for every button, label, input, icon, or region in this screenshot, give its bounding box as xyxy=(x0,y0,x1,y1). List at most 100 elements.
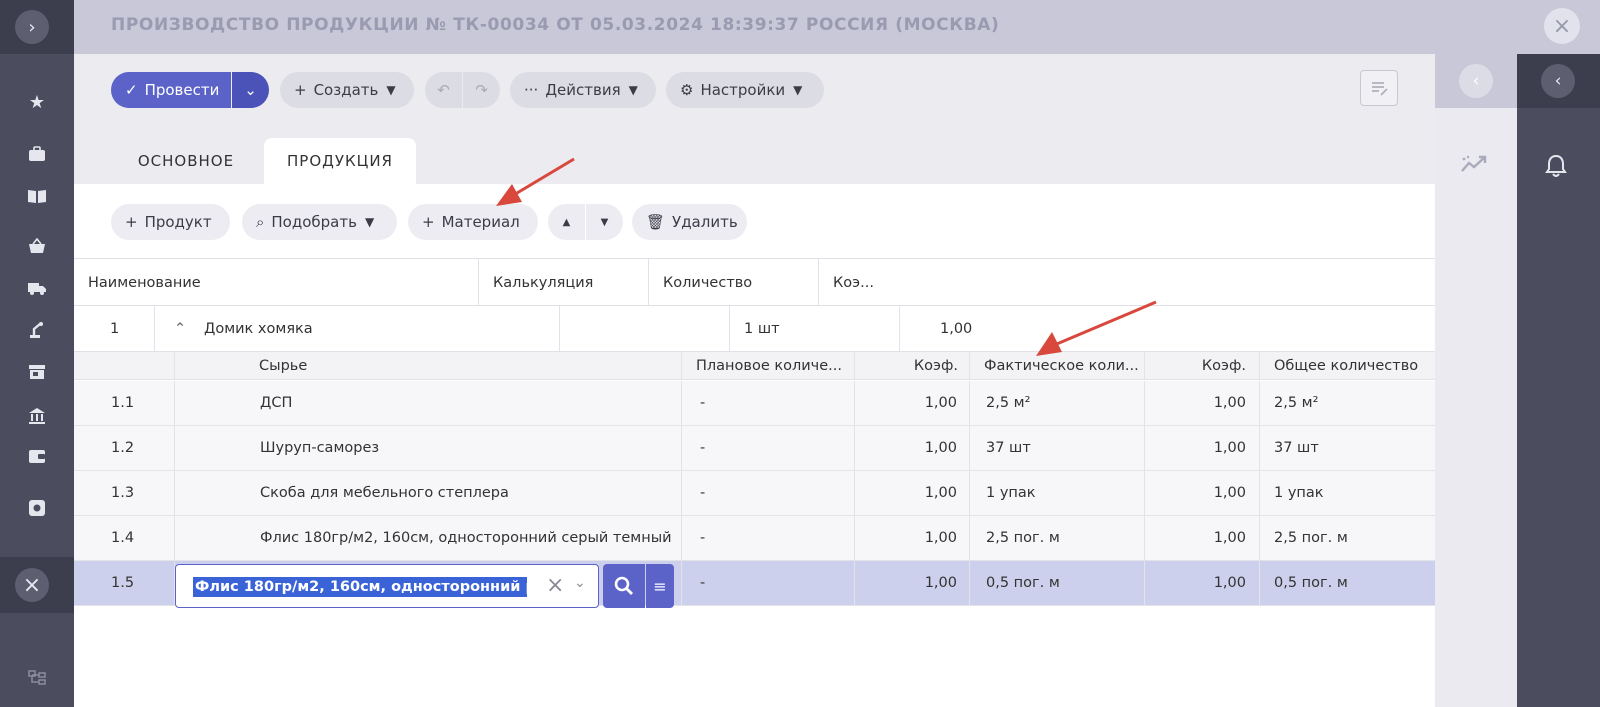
book-icon[interactable] xyxy=(22,182,52,210)
row-number: 1.4 xyxy=(111,530,135,546)
collapse-left-icon[interactable]: ‹ xyxy=(1459,64,1493,98)
search-icon xyxy=(614,576,633,595)
notifications-panel: ‹ xyxy=(1517,54,1600,707)
delete-button[interactable]: 🗑 Удалить xyxy=(632,204,747,240)
post-button[interactable]: ✓ Провести xyxy=(111,72,231,108)
clear-icon[interactable]: × xyxy=(546,573,564,598)
main-toolbar: ✓ Провести ⌄ + Создать ▼ ↶ ↷ ··· Действи… xyxy=(74,54,1435,128)
column-header-coef1[interactable]: Коэф. xyxy=(854,352,958,379)
star-icon[interactable]: ★ xyxy=(22,88,52,116)
tab-products-label: ПРОДУКЦИЯ xyxy=(287,152,393,170)
actions-button-label: Действия xyxy=(545,81,621,99)
robot-arm-icon[interactable] xyxy=(22,316,52,344)
actual-qty: 1 упак xyxy=(986,485,1036,501)
tab-bar: ОСНОВНОЕ ПРОДУКЦИЯ xyxy=(74,128,1435,184)
briefcase-icon[interactable] xyxy=(22,140,52,168)
close-window-icon[interactable]: × xyxy=(1544,8,1580,44)
chevron-down-icon[interactable]: ⌄ xyxy=(574,575,586,591)
table-row[interactable]: 1.1 ДСП - 1,00 2,5 м² 1,00 2,5 м² xyxy=(74,381,1435,426)
bank-icon[interactable] xyxy=(22,402,52,430)
notes-icon[interactable] xyxy=(1360,70,1398,106)
post-dropdown-button[interactable]: ⌄ xyxy=(232,72,269,108)
tab-main-label: ОСНОВНОЕ xyxy=(137,152,235,170)
material-name-input[interactable]: Флис 180гр/м2, 160см, односторонний розо… xyxy=(175,564,599,608)
chevron-down-icon: ▼ xyxy=(628,83,638,97)
undo-button[interactable]: ↶ xyxy=(425,72,462,108)
chevron-up-icon[interactable]: ⌃ xyxy=(174,306,186,351)
planned-qty: - xyxy=(700,530,706,546)
store-icon[interactable] xyxy=(22,358,52,386)
structure-icon[interactable] xyxy=(22,664,52,692)
close-icon[interactable]: × xyxy=(15,568,49,602)
settings-cog-icon[interactable] xyxy=(22,494,52,522)
trash-icon: 🗑 xyxy=(646,213,666,231)
chevron-down-icon: ▼ xyxy=(364,215,375,229)
total-qty: 2,5 м² xyxy=(1274,395,1319,411)
delete-button-label: Удалить xyxy=(672,213,738,231)
column-header-quantity[interactable]: Количество xyxy=(649,259,819,306)
undo-icon: ↶ xyxy=(437,81,450,99)
planned-qty: - xyxy=(700,485,706,501)
coef1: 1,00 xyxy=(924,575,957,591)
material-name: Шуруп-саморез xyxy=(260,440,380,456)
table-row[interactable]: 1.4 Флис 180гр/м2, 160см, односторонний … xyxy=(74,516,1435,561)
actual-qty: 2,5 пог. м xyxy=(986,530,1060,546)
row-number: 1.1 xyxy=(111,395,135,411)
grid-header: Наименование Калькуляция Количество Коэ.… xyxy=(74,258,1435,306)
basket-icon[interactable] xyxy=(22,232,52,260)
move-up-button[interactable]: ▲ xyxy=(548,204,585,240)
trend-icon[interactable] xyxy=(1461,154,1487,178)
column-header-coef[interactable]: Коэ... xyxy=(819,259,939,306)
column-header-name[interactable]: Наименование xyxy=(74,259,479,306)
select-items-label: Подобрать xyxy=(271,213,357,231)
tab-products[interactable]: ПРОДУКЦИЯ xyxy=(264,138,416,184)
notifications-panel-header: ‹ xyxy=(1517,54,1600,108)
total-qty: 0,5 пог. м xyxy=(1274,575,1348,591)
add-material-button[interactable]: + Материал xyxy=(408,204,538,240)
add-product-button[interactable]: + Продукт xyxy=(111,204,230,240)
list-select-button[interactable]: ≡ xyxy=(646,564,674,608)
tab-main[interactable]: ОСНОВНОЕ xyxy=(111,138,261,184)
plus-icon: + xyxy=(125,213,138,231)
actual-qty: 2,5 м² xyxy=(986,395,1031,411)
left-nav: › ★ × xyxy=(0,0,74,707)
material-name: Скоба для мебельного степлера xyxy=(260,485,509,501)
column-header-raw[interactable]: Сырье xyxy=(259,352,307,379)
create-button-label: Создать xyxy=(313,81,379,99)
search-button[interactable] xyxy=(603,564,645,608)
settings-button[interactable]: ⚙ Настройки ▼ xyxy=(666,72,824,108)
materials-header: Сырье Плановое количе... Коэф. Фактическ… xyxy=(74,352,1435,380)
product-coef: 1,00 xyxy=(940,320,973,337)
table-row-product[interactable]: 1 ⌃ Домик хомяка 1 шт 1,00 xyxy=(74,306,1435,352)
column-header-actual[interactable]: Фактическое коли... xyxy=(984,352,1139,379)
products-panel: + Продукт ⌕ Подобрать ▼ + Материал ▲ ▼ 🗑… xyxy=(74,184,1435,707)
column-header-planned[interactable]: Плановое количе... xyxy=(696,352,842,379)
redo-button[interactable]: ↷ xyxy=(463,72,500,108)
column-header-coef2[interactable]: Коэф. xyxy=(1144,352,1246,379)
coef1: 1,00 xyxy=(924,530,957,546)
row-number: 1.5 xyxy=(111,575,135,591)
bell-icon[interactable] xyxy=(1545,154,1567,184)
column-header-calculation[interactable]: Калькуляция xyxy=(479,259,649,306)
expand-nav-icon[interactable]: › xyxy=(15,10,49,44)
select-items-button[interactable]: ⌕ Подобрать ▼ xyxy=(242,204,397,240)
document-title: ПРОИЗВОДСТВО ПРОДУКЦИИ № ТК-00034 ОТ 05.… xyxy=(111,15,1000,35)
add-product-label: Продукт xyxy=(144,213,212,231)
actions-button[interactable]: ··· Действия ▼ xyxy=(510,72,656,108)
side-panel: ‹ xyxy=(1435,54,1517,707)
search-icon: ⌕ xyxy=(256,213,265,231)
double-check-icon: ✓ xyxy=(125,81,138,99)
caret-down-icon: ▼ xyxy=(600,216,609,228)
create-button[interactable]: + Создать ▼ xyxy=(280,72,414,108)
coef2: 1,00 xyxy=(1213,575,1246,591)
row-number: 1 xyxy=(110,320,120,337)
wallet-icon[interactable] xyxy=(22,442,52,470)
coef2: 1,00 xyxy=(1213,440,1246,456)
material-name-selected-text[interactable]: Флис 180гр/м2, 160см, односторонний розо… xyxy=(193,577,527,597)
truck-icon[interactable] xyxy=(22,274,52,302)
move-down-button[interactable]: ▼ xyxy=(586,204,623,240)
expand-panel-icon[interactable]: ‹ xyxy=(1541,64,1575,98)
table-row[interactable]: 1.2 Шуруп-саморез - 1,00 37 шт 1,00 37 ш… xyxy=(74,426,1435,471)
table-row[interactable]: 1.3 Скоба для мебельного степлера - 1,00… xyxy=(74,471,1435,516)
column-header-total[interactable]: Общее количество xyxy=(1274,352,1418,379)
